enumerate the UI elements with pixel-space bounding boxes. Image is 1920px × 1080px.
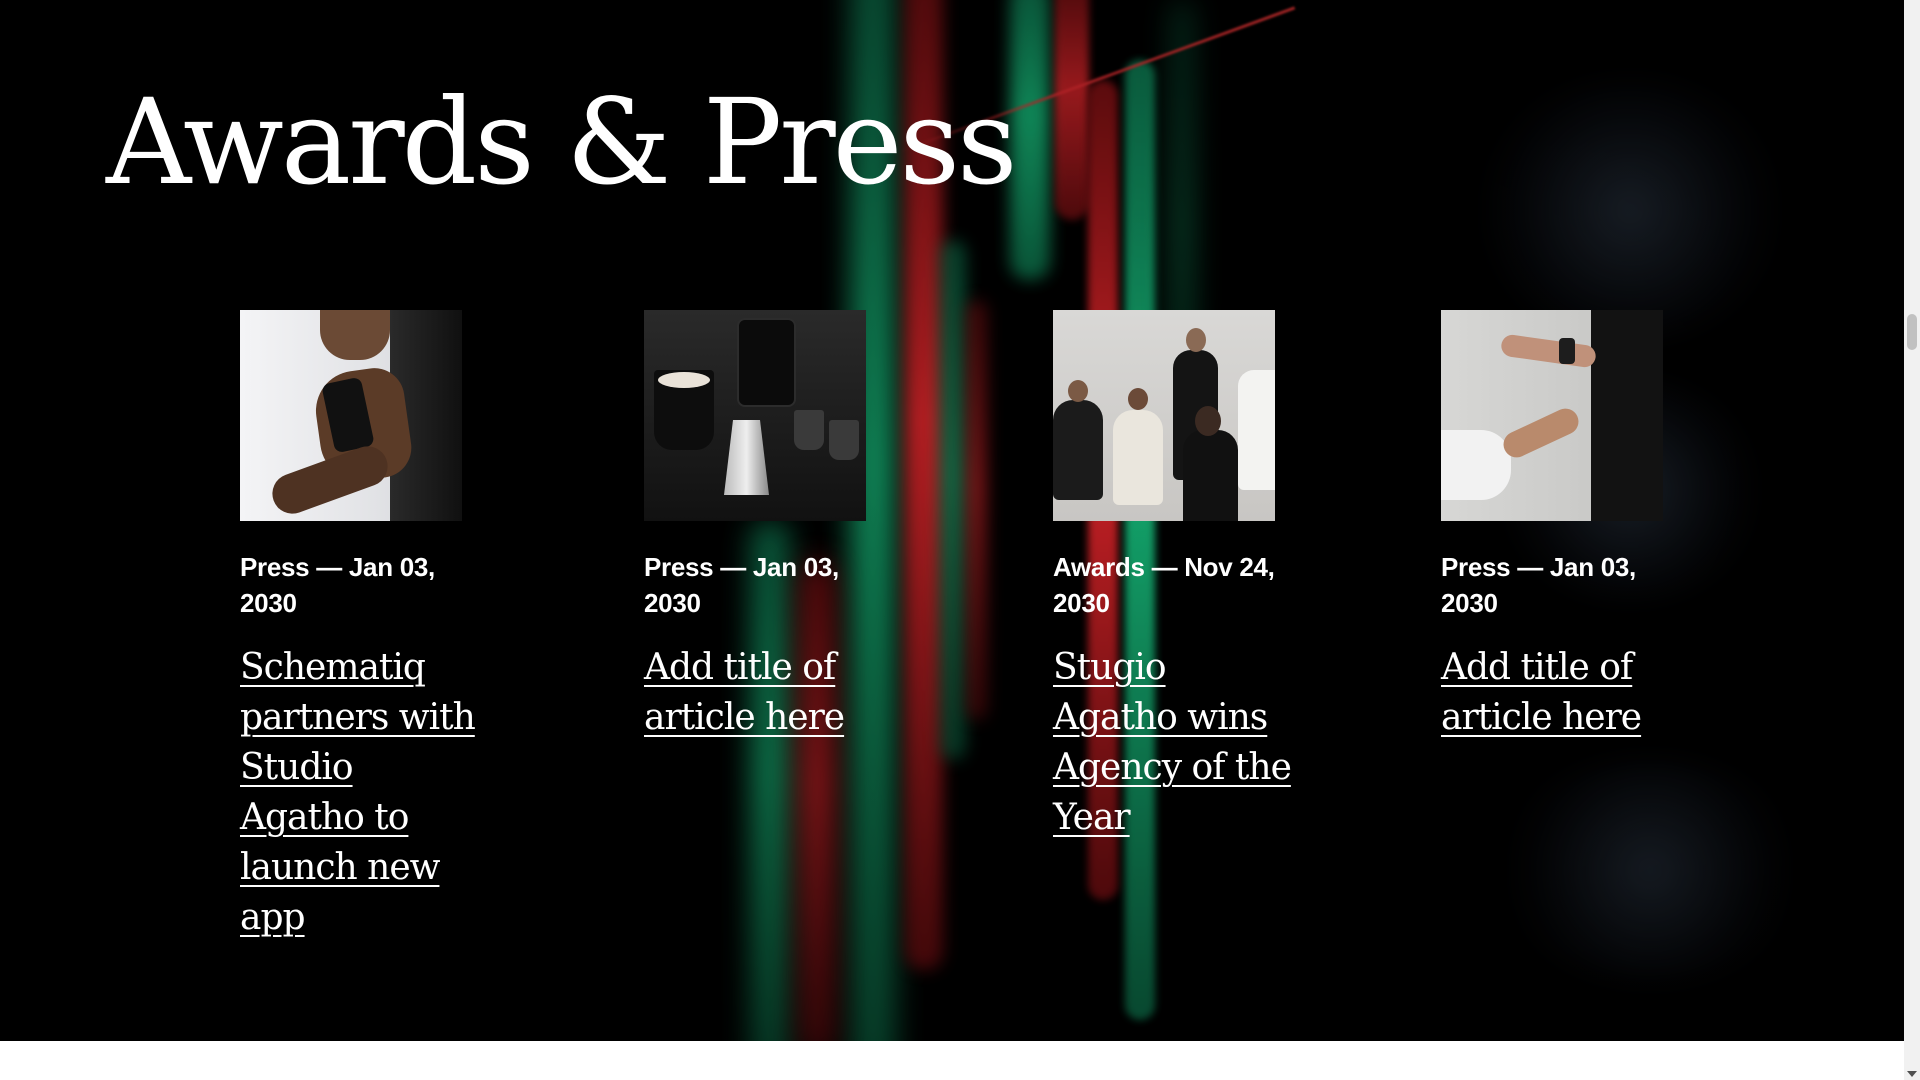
hands-with-watch-photo[interactable] [1441, 310, 1663, 521]
page-title: Awards & Press [106, 73, 1018, 211]
team-group-photo[interactable] [1053, 310, 1275, 521]
article-card: Awards — Nov 24, 2030 Stugio Agatho wins… [1053, 310, 1293, 843]
article-meta: Press — Jan 03, 2030 [644, 552, 839, 618]
scroll-down-arrow-icon[interactable] [1907, 1071, 1917, 1077]
page-scrollbar[interactable] [1904, 0, 1920, 1080]
article-title-link[interactable]: Stugio Agatho wins Agency of the Year [1053, 643, 1293, 843]
article-title-link[interactable]: Schematiq partners with Studio Agatho to… [240, 643, 480, 943]
scrollbar-thumb[interactable] [1907, 314, 1917, 350]
article-card: Press — Jan 03, 2030 Add title of articl… [644, 310, 884, 743]
black-coffee-cups-photo[interactable] [644, 310, 866, 521]
article-meta: Awards — Nov 24, 2030 [1053, 552, 1275, 618]
article-card: Press — Jan 03, 2030 Schematiq partners … [240, 310, 480, 943]
woman-holding-phone-photo[interactable] [240, 310, 462, 521]
article-meta: Press — Jan 03, 2030 [240, 552, 435, 618]
article-card: Press — Jan 03, 2030 Add title of articl… [1441, 310, 1681, 743]
page: Awards & Press Press — Jan 03, 2030 Sche… [0, 0, 1904, 1080]
article-meta: Press — Jan 03, 2030 [1441, 552, 1636, 618]
awards-press-section: Awards & Press Press — Jan 03, 2030 Sche… [0, 0, 1904, 1041]
article-title-link[interactable]: Add title of article here [644, 643, 884, 743]
article-title-link[interactable]: Add title of article here [1441, 643, 1681, 743]
